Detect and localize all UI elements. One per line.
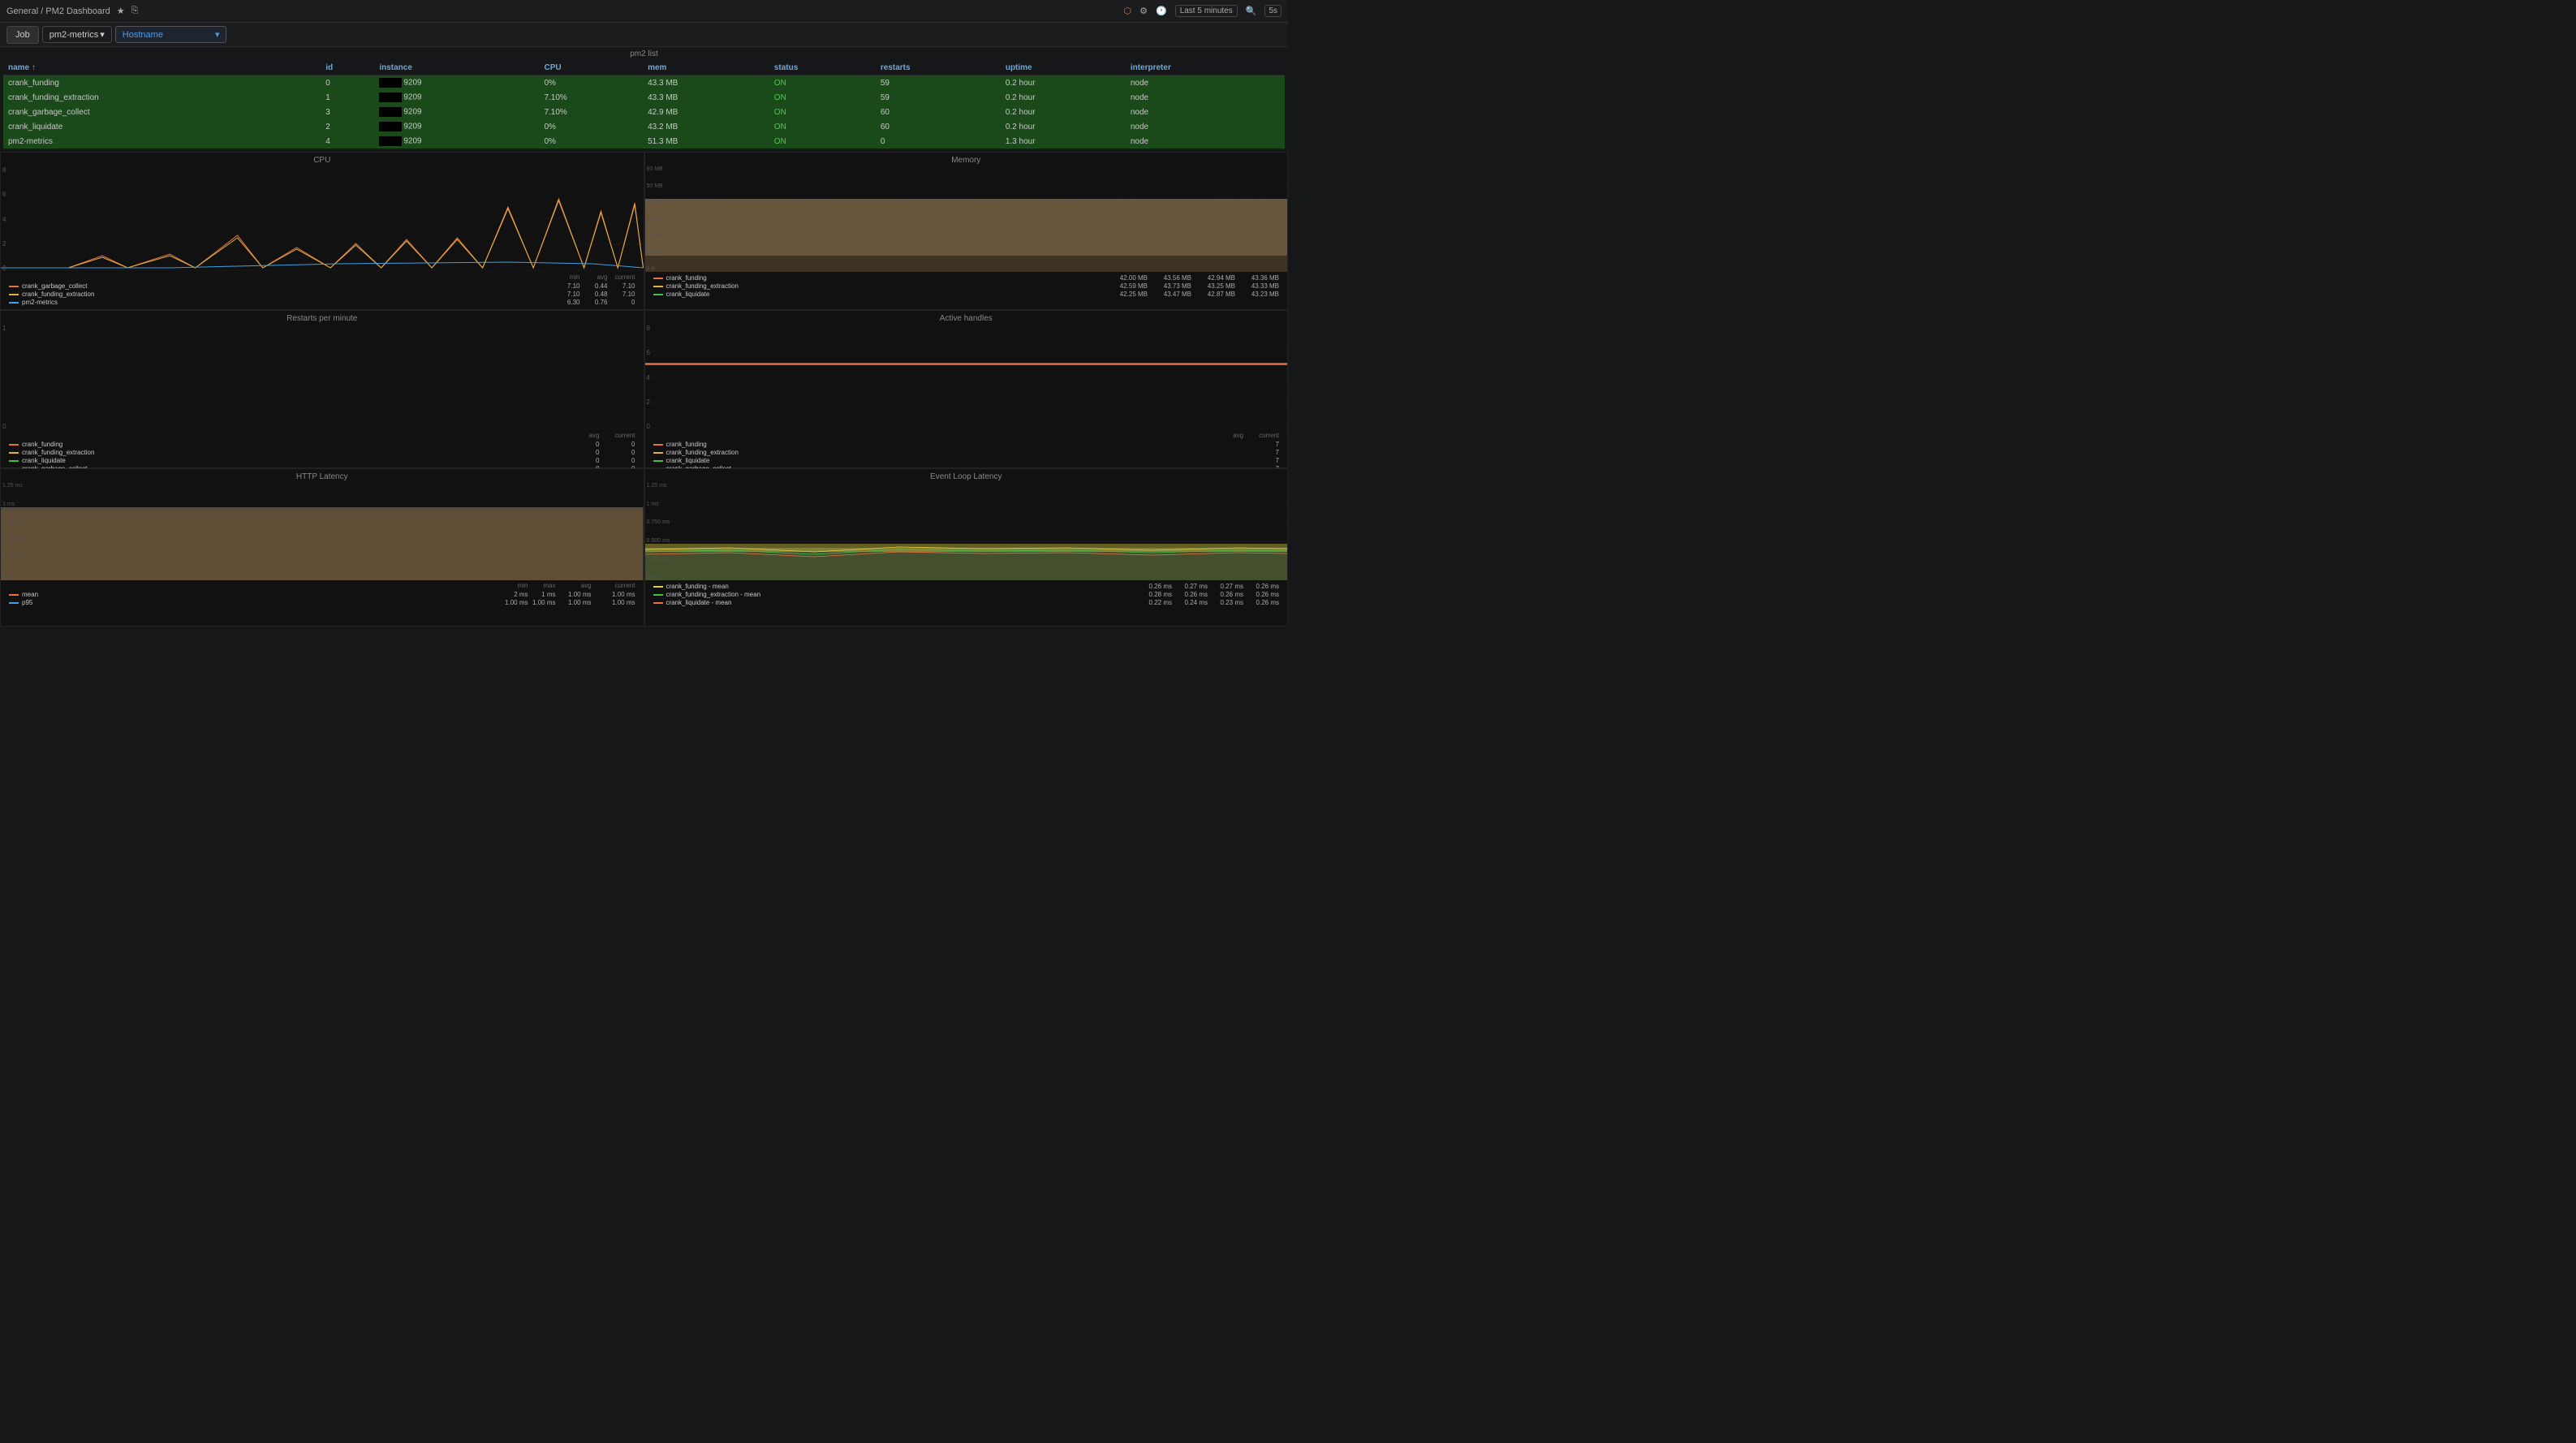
http-latency-area: 1.25 ms 1 ms 0.750 ms 0.500 ms 0.250 ms … <box>1 483 644 580</box>
el-cf-mean: crank_funding - mean 0.26 ms 0.27 ms 0.2… <box>653 583 1280 590</box>
top-bar-right: ⬡ ⚙ 🕐 Last 5 minutes 🔍 5s <box>1124 5 1282 17</box>
http-p95: p95 1.00 ms 1.00 ms 1.00 ms 1.00 ms <box>9 599 635 606</box>
breadcrumb: General / PM2 Dashboard <box>6 6 110 16</box>
table-row[interactable]: crank_funding_extraction192097.10%43.3 M… <box>3 90 1285 105</box>
col-id: id <box>321 61 374 75</box>
pm2-list-header: pm2 list <box>0 47 1288 61</box>
col-uptime: uptime <box>1001 61 1126 75</box>
restarts-chart-panel: Restarts per minute 1 0 avg current cran… <box>0 310 644 468</box>
memory-chart-area: 60 MB 50 MB 40 MB 30 MB 20 MB 10 MB 0 B <box>645 166 1288 272</box>
cpu-chart-title: CPU <box>1 153 644 166</box>
table-row[interactable]: crank_garbage_collect392097.10%42.9 MBON… <box>3 105 1285 119</box>
memory-chart-title: Memory <box>645 153 1288 166</box>
http-legend: min max avg current mean 2 ms 1 ms 1.00 … <box>1 580 644 609</box>
tab-job[interactable]: Job <box>6 26 39 44</box>
restarts-y-labels: 1 0 <box>2 325 6 430</box>
ah-cfe: crank_funding_extraction 7 <box>653 449 1280 456</box>
instance-block <box>379 93 402 102</box>
legend-fe: crank_funding_extraction 7.10 0.48 7.10 <box>9 291 635 298</box>
col-interpreter: interpreter <box>1126 61 1285 75</box>
mem-legend-cf: crank_funding 42.00 MB 43.56 MB 42.94 MB… <box>653 274 1280 282</box>
processes-table: name ↑ id instance CPU mem status restar… <box>3 61 1285 149</box>
mem-legend-cl: crank_liquidate 42.25 MB 43.47 MB 42.87 … <box>653 291 1280 298</box>
cpu-chart-svg <box>1 166 644 272</box>
restarts-chart-svg <box>1 325 644 430</box>
tab-hostname[interactable]: Hostname ▾ <box>115 26 227 43</box>
instance-block <box>379 107 402 117</box>
restarts-cf: crank_funding 0 0 <box>9 441 635 448</box>
cpu-chart-panel: CPU 8 6 4 2 0 <box>0 152 644 310</box>
hostname-input[interactable] <box>165 30 213 39</box>
el-cfe-mean: crank_funding_extraction - mean 0.28 ms … <box>653 591 1280 598</box>
table-row[interactable]: crank_funding092090%43.3 MBON590.2 hourn… <box>3 75 1285 91</box>
event-loop-title: Event Loop Latency <box>645 469 1288 483</box>
refresh-rate[interactable]: 5s <box>1264 5 1282 17</box>
nav-bar: Job pm2-metrics ▾ Hostname ▾ <box>0 23 1288 47</box>
event-loop-legend: crank_funding - mean 0.26 ms 0.27 ms 0.2… <box>645 580 1288 609</box>
cpu-chart-area: 8 6 4 2 0 <box>1 166 644 272</box>
active-handles-chart-area: 8 6 4 2 0 <box>645 325 1288 430</box>
memory-chart-svg <box>645 166 1288 272</box>
col-status: status <box>769 61 876 75</box>
table-row[interactable]: pm2-metrics492090%51.3 MBON01.3 hournode <box>3 134 1285 149</box>
col-mem: mem <box>643 61 769 75</box>
http-mean: mean 2 ms 1 ms 1.00 ms 1.00 ms <box>9 591 635 598</box>
dropdown-arrow: ▾ <box>100 29 105 40</box>
active-handles-panel: Active handles 8 6 4 2 0 avg cu <box>644 310 1289 468</box>
grafana-icon: ⬡ <box>1124 6 1132 16</box>
fe-color <box>9 294 19 295</box>
restarts-chart-area: 1 0 <box>1 325 644 430</box>
http-latency-title: HTTP Latency <box>1 469 644 483</box>
charts-grid: CPU 8 6 4 2 0 <box>0 152 1288 627</box>
memory-legend: crank_funding 42.00 MB 43.56 MB 42.94 MB… <box>645 272 1288 300</box>
http-y-labels: 1.25 ms 1 ms 0.750 ms 0.500 ms 0.250 ms … <box>2 483 26 580</box>
table-row[interactable]: crank_liquidate292090%43.2 MBON600.2 hou… <box>3 119 1285 134</box>
event-loop-area: 1.25 ms 1 ms 0.750 ms 0.500 ms 0.250 ms … <box>645 483 1288 580</box>
instance-block <box>379 78 402 88</box>
active-handles-title: Active handles <box>645 311 1288 325</box>
el-cl-mean: crank_liquidate - mean 0.22 ms 0.24 ms 0… <box>653 599 1280 606</box>
tab-pm2-metrics[interactable]: pm2-metrics ▾ <box>42 26 112 43</box>
share-icon[interactable]: ⎘ <box>131 6 139 16</box>
top-bar: General / PM2 Dashboard ★ ⎘ ⬡ ⚙ 🕐 Last 5… <box>0 0 1288 23</box>
time-range[interactable]: Last 5 minutes <box>1175 5 1238 17</box>
col-cpu: CPU <box>539 61 643 75</box>
settings-icon[interactable]: ⚙ <box>1139 6 1148 16</box>
event-loop-panel: Event Loop Latency 1.25 ms 1 ms 0.750 ms… <box>644 468 1289 627</box>
restarts-cfe: crank_funding_extraction 0 0 <box>9 449 635 456</box>
col-name: name ↑ <box>3 61 321 75</box>
active-handles-y-labels: 8 6 4 2 0 <box>647 325 650 430</box>
instance-block <box>379 136 402 146</box>
event-loop-y-labels: 1.25 ms 1 ms 0.750 ms 0.500 ms 0.250 ms … <box>647 483 670 580</box>
mem-legend-cfe: crank_funding_extraction 42.59 MB 43.73 … <box>653 282 1280 290</box>
pm2-color <box>9 302 19 304</box>
ah-cf: crank_funding 7 <box>653 441 1280 448</box>
event-loop-svg <box>645 483 1288 580</box>
memory-chart-panel: Memory 60 MB 50 MB 40 MB 30 MB 20 MB 10 … <box>644 152 1289 310</box>
zoom-in-icon[interactable]: 🔍 <box>1246 6 1257 16</box>
legend-pm2: pm2-metrics 6.30 0.76 0 <box>9 299 635 306</box>
cpu-legend: min avg current crank_garbage_collect 7.… <box>1 272 644 308</box>
hostname-dropdown-arrow: ▾ <box>215 29 220 40</box>
instance-block <box>379 122 402 131</box>
restarts-chart-title: Restarts per minute <box>1 311 644 325</box>
restarts-cl: crank_liquidate 0 0 <box>9 457 635 464</box>
ah-cl: crank_liquidate 7 <box>653 457 1280 464</box>
table-header-row: name ↑ id instance CPU mem status restar… <box>3 61 1285 75</box>
col-restarts: restarts <box>876 61 1001 75</box>
legend-gc: crank_garbage_collect 7.10 0.44 7.10 <box>9 282 635 290</box>
processes-table-container: name ↑ id instance CPU mem status restar… <box>0 61 1288 149</box>
col-instance: instance <box>374 61 539 75</box>
gc-color <box>9 286 19 287</box>
star-icon[interactable]: ★ <box>117 6 125 16</box>
active-handles-svg <box>645 325 1288 430</box>
http-latency-panel: HTTP Latency 1.25 ms 1 ms 0.750 ms 0.500… <box>0 468 644 627</box>
clock-icon: 🕐 <box>1156 6 1167 16</box>
http-latency-svg <box>1 483 644 580</box>
